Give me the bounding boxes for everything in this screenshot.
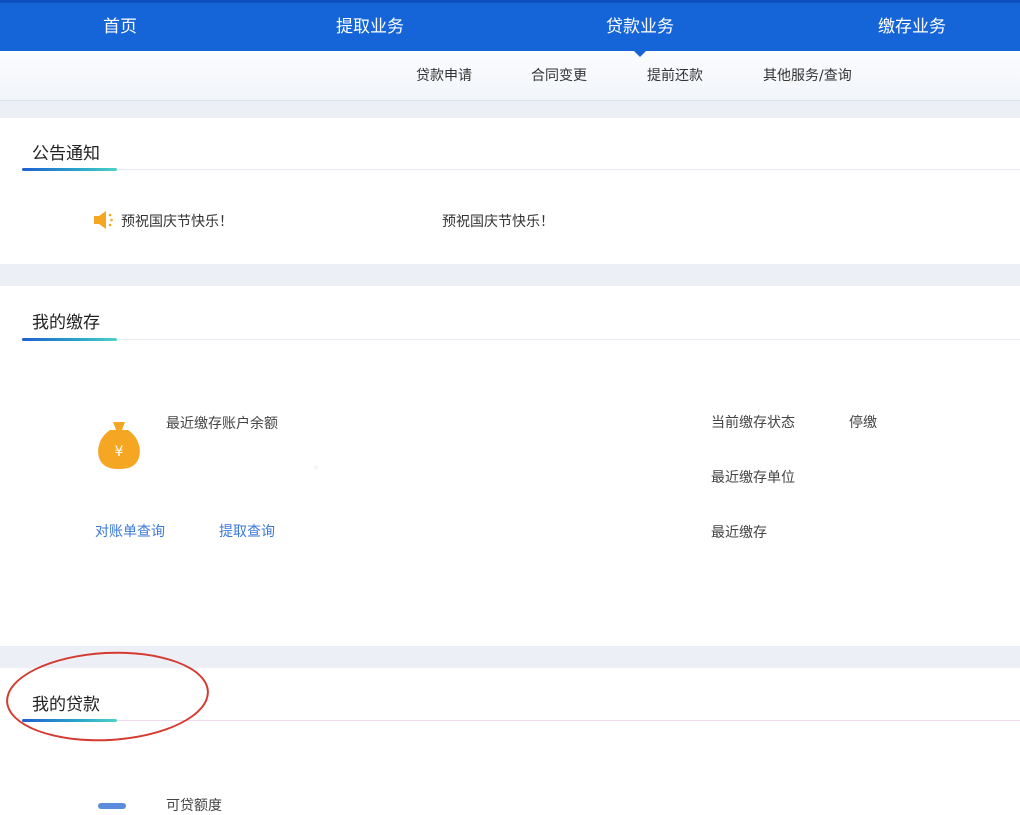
notice-title-underline bbox=[22, 168, 117, 171]
notice-panel bbox=[0, 118, 1020, 264]
deposit-title: 我的缴存 bbox=[32, 313, 100, 333]
statement-query-link[interactable]: 对账单查询 bbox=[95, 521, 165, 541]
subnav-contract-change[interactable]: 合同变更 bbox=[531, 51, 587, 101]
nav-home[interactable]: 首页 bbox=[60, 3, 180, 51]
balance-label: 最近缴存账户余额 bbox=[166, 416, 278, 432]
latest-deposit-label: 最近缴存 bbox=[711, 525, 767, 541]
deposit-title-underline bbox=[22, 338, 117, 341]
notice-title: 公告通知 bbox=[32, 144, 100, 164]
notice-item[interactable]: 预祝国庆节快乐！ bbox=[121, 211, 233, 231]
deposit-status-label: 当前缴存状态 bbox=[711, 415, 795, 431]
loan-title-rule bbox=[117, 720, 1020, 721]
notice-item-secondary[interactable]: 预祝国庆节快乐！ bbox=[442, 211, 554, 231]
nav-loan[interactable]: 贷款业务 bbox=[580, 3, 700, 51]
withdraw-query-link[interactable]: 提取查询 bbox=[219, 521, 275, 541]
subnav-loan-apply[interactable]: 贷款申请 bbox=[416, 51, 472, 101]
svg-text:¥: ¥ bbox=[115, 444, 124, 460]
nav-deposit[interactable]: 缴存业务 bbox=[852, 3, 972, 51]
subnav-other-services[interactable]: 其他服务/查询 bbox=[763, 51, 852, 101]
section-gap bbox=[0, 101, 1020, 118]
deposit-panel bbox=[0, 286, 1020, 646]
nav-withdraw[interactable]: 提取业务 bbox=[310, 3, 430, 51]
speaker-icon bbox=[94, 211, 113, 229]
notice-title-rule bbox=[117, 169, 1020, 170]
deposit-title-rule bbox=[117, 339, 1020, 340]
money-bag-icon: ¥ bbox=[98, 422, 140, 469]
balance-placeholder-icon: ◦ bbox=[313, 463, 319, 474]
sub-nav: 贷款申请 合同变更 提前还款 其他服务/查询 bbox=[0, 50, 1020, 101]
subnav-prepayment[interactable]: 提前还款 bbox=[647, 51, 703, 101]
active-caret-icon bbox=[633, 50, 647, 57]
loan-quota-label: 可贷额度 bbox=[166, 798, 222, 814]
top-nav: 首页 提取业务 贷款业务 缴存业务 bbox=[0, 0, 1020, 51]
section-gap bbox=[0, 264, 1020, 286]
deposit-unit-label: 最近缴存单位 bbox=[711, 470, 795, 486]
deposit-status-value: 停缴 bbox=[849, 415, 877, 431]
quota-bar-icon bbox=[98, 803, 126, 809]
